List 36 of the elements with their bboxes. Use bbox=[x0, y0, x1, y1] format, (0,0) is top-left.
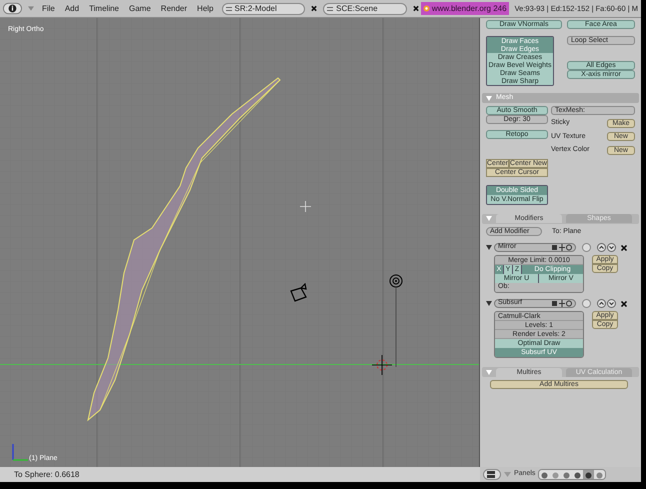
menu-item[interactable]: Render bbox=[158, 2, 190, 14]
radio-icon[interactable] bbox=[582, 299, 591, 308]
link-text: www.blender.org 246 bbox=[432, 2, 507, 14]
window-type-icon[interactable] bbox=[483, 469, 501, 480]
selector-text: SR:2-Model bbox=[234, 2, 278, 14]
move-up-down-icon[interactable] bbox=[597, 299, 616, 308]
menu-item[interactable]: File bbox=[40, 2, 57, 14]
close-icon[interactable] bbox=[311, 5, 318, 12]
crosshair-icon bbox=[300, 201, 311, 212]
expand-triangle-icon[interactable] bbox=[486, 245, 492, 250]
list-icon[interactable] bbox=[327, 6, 334, 12]
lamp-icon bbox=[388, 273, 404, 367]
screen-selector[interactable]: SR:2-Model bbox=[222, 2, 306, 14]
scene-selector[interactable]: SCE:Scene bbox=[323, 2, 407, 14]
selector-text: SCE:Scene bbox=[336, 2, 379, 14]
menu-item[interactable]: Help bbox=[195, 2, 216, 14]
link-badge[interactable]: www.blender.org 246 bbox=[420, 2, 509, 15]
menu-item[interactable]: Timeline bbox=[87, 2, 121, 14]
context-buttons[interactable] bbox=[538, 469, 606, 480]
3d-cursor-icon bbox=[372, 355, 392, 375]
close-icon[interactable] bbox=[621, 244, 627, 250]
axis-icon bbox=[10, 442, 30, 462]
close-icon[interactable] bbox=[621, 300, 627, 306]
move-up-down-icon[interactable] bbox=[597, 243, 616, 252]
display-modes-icon[interactable] bbox=[552, 300, 572, 307]
menu-item[interactable]: Game bbox=[127, 2, 153, 14]
display-modes-icon[interactable] bbox=[552, 244, 572, 251]
close-icon[interactable] bbox=[412, 5, 419, 12]
blender-logo-icon[interactable] bbox=[422, 5, 430, 12]
info-icon[interactable] bbox=[3, 2, 22, 15]
radio-icon[interactable] bbox=[582, 243, 591, 252]
camera-icon bbox=[289, 283, 309, 303]
list-icon[interactable] bbox=[226, 6, 232, 12]
menu-item[interactable]: Add bbox=[62, 2, 82, 14]
status-text: To Sphere: 0.6618 bbox=[14, 468, 80, 480]
expand-triangle-icon[interactable] bbox=[486, 301, 492, 306]
